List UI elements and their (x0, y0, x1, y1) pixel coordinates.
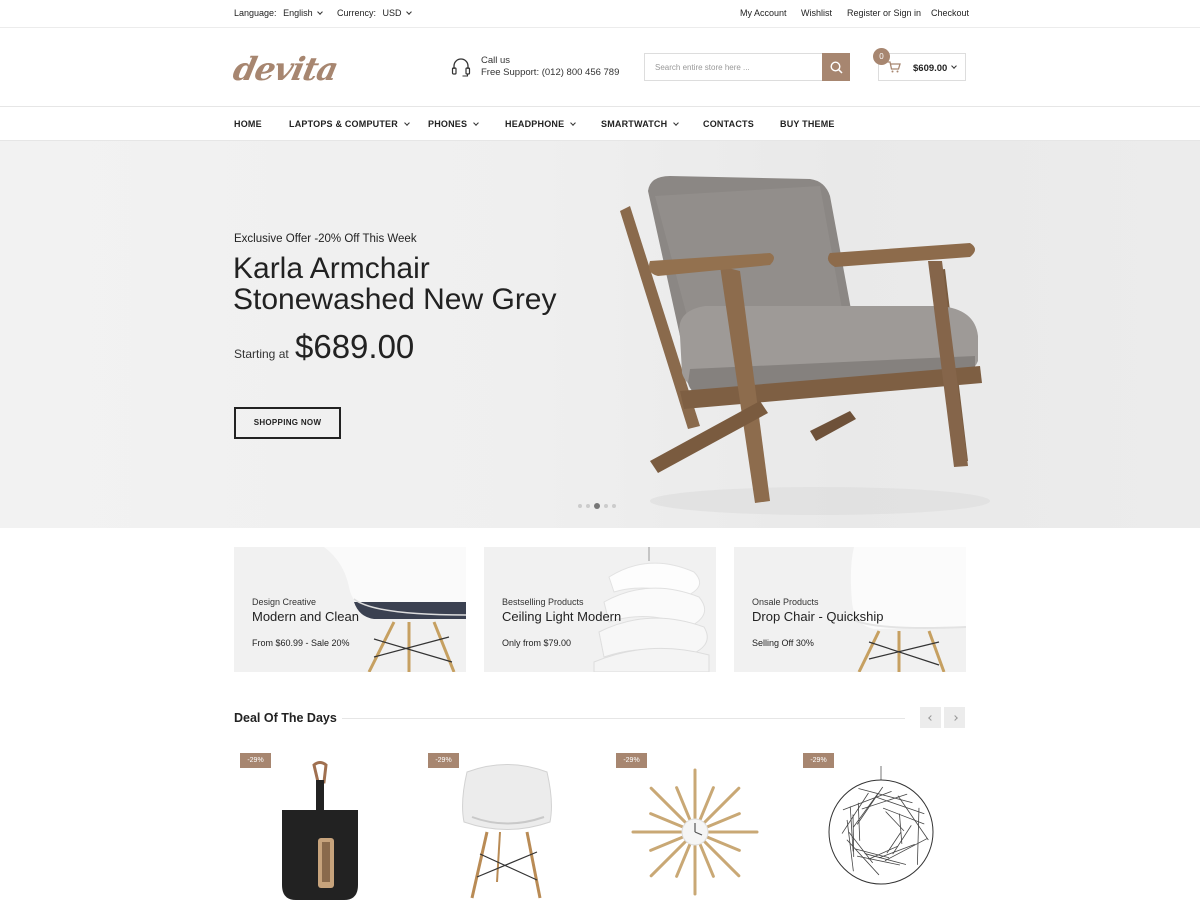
banner-title: Drop Chair - Quickship (752, 609, 884, 624)
banner-subtitle: Bestselling Products (502, 597, 584, 607)
product-card[interactable]: -29% (234, 750, 404, 900)
nav-smartwatch[interactable]: SMARTWATCH (601, 119, 680, 129)
search-input[interactable] (645, 54, 821, 80)
chevron-down-icon (570, 120, 577, 126)
product-card[interactable]: -29% (797, 750, 967, 900)
top-bar: Language: English Currency: USD My Accou… (0, 0, 1200, 28)
search-icon (829, 60, 843, 74)
nav-label: BUY THEME (780, 119, 835, 129)
search-button[interactable] (822, 53, 850, 81)
language-selector[interactable]: Language: English (234, 8, 323, 18)
search-box (644, 53, 850, 81)
slider-dots (578, 503, 616, 509)
cart-total: $609.00 (913, 63, 948, 74)
site-logo[interactable]: devita (230, 50, 341, 88)
nav-label: SMARTWATCH (601, 119, 668, 129)
banner-subtitle: Onsale Products (752, 597, 819, 607)
nav-home[interactable]: HOME (234, 119, 262, 129)
prev-arrow-button[interactable] (920, 707, 941, 728)
chevron-down-icon (405, 9, 412, 15)
nav-label: PHONES (428, 119, 468, 129)
banner-price: Selling Off 30% (752, 638, 814, 648)
nav-laptops[interactable]: LAPTOPS & COMPUTER (289, 119, 410, 129)
nav-contacts[interactable]: CONTACTS (703, 119, 754, 129)
hero-subtitle: Exclusive Offer -20% Off This Week (234, 233, 417, 245)
hero-title: Karla Armchair Stonewashed New Grey (233, 253, 557, 315)
header: devita Call us Free Support: (012) 800 4… (0, 28, 1200, 107)
support-call-label: Call us (481, 55, 511, 66)
section-title: Deal Of The Days (234, 711, 337, 725)
nav-phones[interactable]: PHONES (428, 119, 480, 129)
chevron-down-icon (951, 63, 957, 69)
cart-icon (887, 61, 901, 73)
hero-price: $689.00 (295, 328, 415, 365)
support-phone: Free Support: (012) 800 456 789 (481, 67, 620, 78)
hero-slider: Exclusive Offer -20% Off This Week Karla… (0, 141, 1200, 528)
checkout-link[interactable]: Checkout (931, 8, 969, 18)
banner-title: Ceiling Light Modern (502, 609, 622, 624)
banner-price: Only from $79.00 (502, 638, 572, 648)
language-value: English (283, 8, 313, 18)
hero-title-line1: Karla Armchair (233, 252, 430, 285)
slider-dot[interactable] (586, 504, 590, 508)
discount-badge: -29% (240, 753, 271, 768)
wishlist-link[interactable]: Wishlist (801, 8, 832, 18)
chevron-down-icon (673, 120, 680, 126)
banner-modern-clean[interactable]: Design Creative Modern and Clean From $6… (234, 547, 466, 672)
nav-headphone[interactable]: HEADPHONE (505, 119, 577, 129)
slider-dot[interactable] (612, 504, 616, 508)
banner-ceiling-light[interactable]: Bestselling Products Ceiling Light Moder… (484, 547, 716, 672)
banner-price: From $60.99 - Sale 20% (252, 638, 350, 648)
slider-dot-active[interactable] (594, 503, 600, 509)
chevron-down-icon (316, 9, 323, 15)
chevron-left-icon (927, 714, 934, 721)
banner-drop-chair[interactable]: Onsale Products Drop Chair - Quickship S… (734, 547, 966, 672)
nav-label: HOME (234, 119, 262, 129)
product-card[interactable]: -29% (422, 750, 592, 900)
my-account-link[interactable]: My Account (740, 8, 787, 18)
mini-cart[interactable]: 0 $609.00 (873, 48, 966, 81)
chevron-down-icon (473, 120, 480, 126)
currency-value: USD (382, 8, 402, 18)
slider-dot[interactable] (604, 504, 608, 508)
hero-starting-label: Starting at (234, 347, 289, 361)
nav-label: CONTACTS (703, 119, 754, 129)
hero-title-line2: Stonewashed New Grey (233, 283, 557, 316)
chair-icon (462, 764, 552, 899)
chevron-down-icon (404, 120, 410, 126)
language-label: Language: (234, 8, 277, 18)
register-signin-link[interactable]: Register or Sign in (847, 8, 921, 18)
main-nav: HOME LAPTOPS & COMPUTER PHONES HEADPHONE… (0, 107, 1200, 141)
starburst-clock-icon (631, 768, 759, 896)
product-card[interactable]: -29% (610, 750, 780, 900)
slider-dot[interactable] (578, 504, 582, 508)
headset-icon (451, 58, 471, 77)
armchair-image (620, 176, 990, 515)
currency-label: Currency: (337, 8, 377, 18)
banner-title: Modern and Clean (252, 609, 359, 624)
currency-selector[interactable]: Currency: USD (337, 8, 412, 18)
shopping-now-button[interactable]: SHOPPING NOW (234, 407, 341, 439)
dustpan-icon (282, 761, 358, 900)
sphere-lamp-icon (828, 766, 934, 885)
nav-label: HEADPHONE (505, 119, 565, 129)
section-divider (342, 718, 905, 719)
next-arrow-button[interactable] (944, 707, 965, 728)
nav-label: LAPTOPS & COMPUTER (289, 119, 398, 129)
chevron-right-icon (951, 714, 958, 721)
banner-subtitle: Design Creative (252, 597, 317, 607)
nav-buy-theme[interactable]: BUY THEME (780, 119, 835, 129)
